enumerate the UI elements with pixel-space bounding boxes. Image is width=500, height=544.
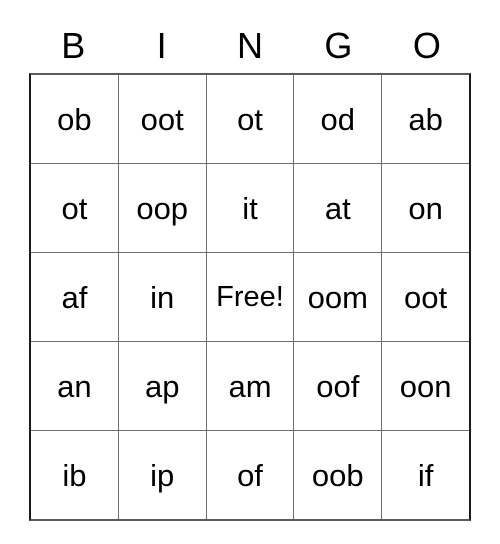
bingo-cell[interactable]: it	[205, 164, 294, 252]
bingo-row: ot oop it at on	[31, 163, 469, 252]
bingo-cell[interactable]: of	[205, 431, 294, 519]
bingo-cell[interactable]: ot	[205, 75, 294, 163]
bingo-row: ib ip of oob if	[31, 430, 469, 519]
bingo-cell[interactable]: ab	[381, 75, 469, 163]
bingo-cell[interactable]: oop	[117, 164, 206, 252]
bingo-cell[interactable]: oon	[381, 342, 469, 430]
bingo-cell[interactable]: am	[205, 342, 294, 430]
bingo-cell[interactable]: ot	[31, 164, 118, 252]
bingo-cell[interactable]: oot	[381, 253, 469, 341]
bingo-cell[interactable]: on	[381, 164, 469, 252]
bingo-card: B I N G O ob oot ot od ab ot oop it at o…	[29, 19, 471, 521]
bingo-cell[interactable]: in	[117, 253, 206, 341]
bingo-header-letter-o: O	[412, 25, 441, 66]
bingo-header-letter-i: I	[156, 25, 167, 66]
bingo-cell[interactable]: oof	[293, 342, 382, 430]
bingo-row: af in Free! oom oot	[31, 252, 469, 341]
bingo-header-row: B I N G O	[29, 19, 471, 73]
bingo-header-letter-n: N	[237, 25, 264, 66]
bingo-cell[interactable]: od	[293, 75, 382, 163]
bingo-free-space-cell[interactable]: Free!	[205, 253, 294, 341]
bingo-cell[interactable]: ib	[31, 431, 118, 519]
bingo-header-letter-b: B	[61, 25, 86, 66]
bingo-cell[interactable]: if	[381, 431, 469, 519]
bingo-cell[interactable]: at	[293, 164, 382, 252]
bingo-cell[interactable]: oot	[117, 75, 206, 163]
bingo-cell[interactable]: oob	[293, 431, 382, 519]
bingo-cell[interactable]: oom	[293, 253, 382, 341]
bingo-cell[interactable]: ip	[117, 431, 206, 519]
bingo-row: ob oot ot od ab	[31, 75, 469, 163]
bingo-cell[interactable]: af	[31, 253, 118, 341]
bingo-row: an ap am oof oon	[31, 341, 469, 430]
bingo-header-letter-g: G	[324, 25, 353, 66]
bingo-cell[interactable]: ob	[31, 75, 118, 163]
bingo-cell[interactable]: an	[31, 342, 118, 430]
bingo-cell[interactable]: ap	[117, 342, 206, 430]
bingo-grid: ob oot ot od ab ot oop it at on af in Fr…	[29, 73, 471, 521]
